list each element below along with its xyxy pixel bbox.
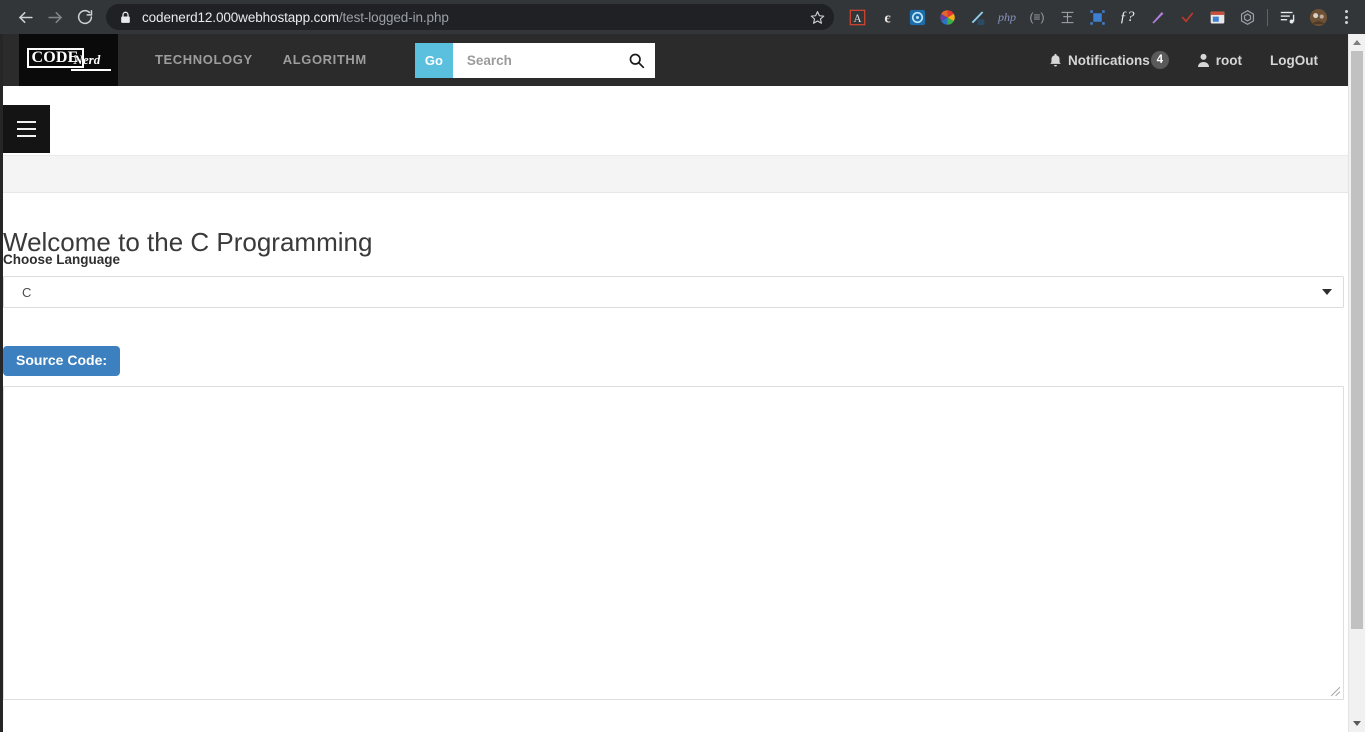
page-left-edge [0,34,3,732]
profile-avatar-button[interactable] [1303,3,1333,31]
gnome-extension-button[interactable]: є [872,3,902,31]
user-icon [1197,53,1209,67]
resize-grip-icon[interactable] [1328,684,1341,697]
arrow-left-icon [18,11,33,23]
source-code-button[interactable]: Source Code: [3,346,121,376]
chevron-down-icon [1322,289,1332,295]
three-dots-menu-icon [1344,10,1348,13]
sidebar-toggle-button[interactable] [3,105,50,153]
navbar-right: Notifications 4 root LogOut [1035,51,1348,69]
color-wheel-extension-button[interactable] [932,3,962,31]
highlighter-extension-button[interactable] [1142,3,1172,31]
pen-tool-extension-icon [971,10,984,25]
adobe-acrobat-extension-button[interactable]: A [842,3,872,31]
selection-extension-icon [1089,9,1105,25]
reload-button[interactable] [70,2,100,32]
source-code-textarea[interactable] [3,386,1344,700]
url-domain: codenerd12.000webhostapp.com [142,9,339,25]
blue-disc-extension-icon [909,9,925,25]
page-viewport: CODE Nerd TECHNOLOGY ALGORITHM Go Search [0,34,1348,732]
url-path: /test-logged-in.php [338,9,449,25]
align-extension-icon [1061,11,1073,23]
pen-tool-extension-button[interactable] [962,3,992,31]
forward-button[interactable] [40,2,70,32]
content-header-band [3,155,1348,193]
site-logo[interactable]: CODE Nerd [19,34,118,86]
scrollbar-thumb[interactable] [1351,51,1363,629]
screenshot-extension-button[interactable] [1202,3,1232,31]
align-extension-button[interactable] [1052,3,1082,31]
screenshot-extension-icon [1210,11,1224,23]
search-go-button[interactable]: Go [414,42,453,78]
language-label: Choose Language [3,252,121,267]
back-button[interactable] [10,2,40,32]
user-account-link[interactable]: root [1183,53,1256,68]
blue-disc-extension-button[interactable] [902,3,932,31]
function-extension-button[interactable]: ƒ? [1112,3,1142,31]
logo-underline [70,69,111,71]
browser-menu-button[interactable] [1333,3,1359,31]
scroll-up-button[interactable] [1349,34,1365,51]
arrow-right-icon [47,11,62,23]
primary-nav: TECHNOLOGY ALGORITHM [140,34,382,86]
php-extension-button[interactable]: php [992,3,1022,31]
adobe-acrobat-extension-icon: A [849,9,865,25]
lock-icon [118,10,132,24]
url-text: codenerd12.000webhostapp.com/test-logged… [142,10,804,25]
search-input[interactable]: Search [452,42,655,78]
nav-link-algorithm[interactable]: ALGORITHM [268,34,382,86]
hexagon-extension-button[interactable] [1232,3,1262,31]
search-form: Go Search [414,42,655,78]
scroll-up-arrow-icon [1353,40,1361,45]
notifications-badge: 4 [1150,51,1169,69]
user-name-label: root [1215,52,1243,68]
toolbar-divider [1267,8,1268,26]
scroll-down-button[interactable] [1349,715,1365,732]
hamburger-menu-icon [17,121,36,123]
language-select[interactable]: C [3,276,1344,308]
page-scrollbar[interactable] [1348,34,1365,732]
svg-text:є: є [884,10,891,25]
highlighter-extension-icon [1151,11,1163,23]
notifications-label: Notifications [1068,52,1150,68]
profile-avatar-icon [1309,8,1327,26]
function-extension-icon: ƒ? [1119,8,1135,25]
gnome-extension-icon: є [884,10,891,25]
php-extension-icon: php [998,9,1016,24]
nav-link-technology[interactable]: TECHNOLOGY [140,34,268,86]
notifications-link[interactable]: Notifications 4 [1035,51,1183,69]
selection-extension-button[interactable] [1082,3,1112,31]
logo-nerd-text: Nerd [73,52,101,67]
star-icon [810,10,824,24]
browser-toolbar: codenerd12.000webhostapp.com/test-logged… [0,0,1365,34]
search-icon [629,53,645,68]
logout-link[interactable]: LogOut [1256,53,1332,68]
address-bar[interactable]: codenerd12.000webhostapp.com/test-logged… [106,4,834,30]
svg-text:A: A [853,12,861,24]
equals-box-extension-button[interactable]: (≡) [1022,3,1052,31]
browser-window: codenerd12.000webhostapp.com/test-logged… [0,0,1365,732]
language-selected-value: C [22,284,32,300]
color-wheel-extension-icon [939,9,955,25]
playlist-extension-button[interactable] [1273,3,1303,31]
extensions-tray: A є php (≡) ƒ? [842,0,1365,34]
hexagon-extension-icon [1240,9,1254,25]
checkmark-extension-button[interactable] [1172,3,1202,31]
scroll-down-arrow-icon [1353,721,1361,726]
playlist-extension-icon [1280,11,1295,24]
equals-box-extension-icon: (≡) [1029,10,1045,24]
bookmark-button[interactable] [804,4,830,30]
search-placeholder: Search [466,52,512,68]
checkmark-extension-icon [1181,12,1193,23]
site-navbar: CODE Nerd TECHNOLOGY ALGORITHM Go Search [3,34,1348,86]
reload-icon [77,9,93,25]
bell-icon [1050,53,1061,67]
